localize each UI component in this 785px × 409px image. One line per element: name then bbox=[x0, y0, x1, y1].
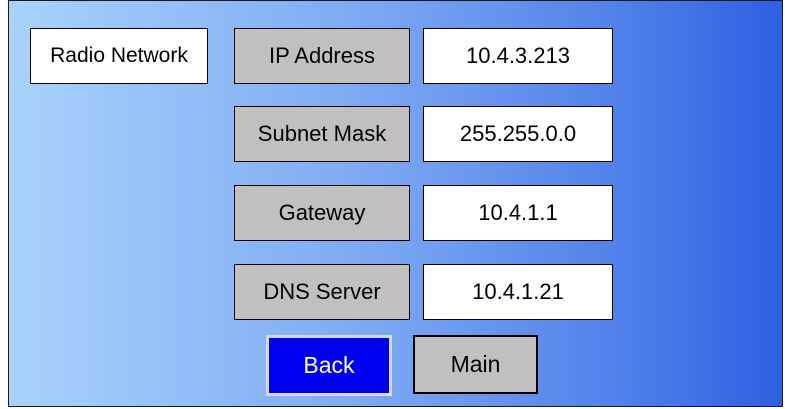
gateway-button[interactable]: Gateway bbox=[234, 185, 410, 241]
ip-address-value[interactable]: 10.4.3.213 bbox=[423, 28, 613, 84]
subnet-mask-button[interactable]: Subnet Mask bbox=[234, 106, 410, 162]
dns-server-value[interactable]: 10.4.1.21 bbox=[423, 264, 613, 320]
radio-network-panel: Radio Network IP Address 10.4.3.213 Subn… bbox=[8, 0, 783, 407]
screen-title: Radio Network bbox=[30, 28, 208, 84]
back-button[interactable]: Back bbox=[266, 335, 392, 396]
subnet-mask-value[interactable]: 255.255.0.0 bbox=[423, 106, 613, 162]
ip-address-button[interactable]: IP Address bbox=[234, 28, 410, 84]
gateway-value[interactable]: 10.4.1.1 bbox=[423, 185, 613, 241]
main-button[interactable]: Main bbox=[413, 335, 538, 394]
dns-server-button[interactable]: DNS Server bbox=[234, 264, 410, 320]
